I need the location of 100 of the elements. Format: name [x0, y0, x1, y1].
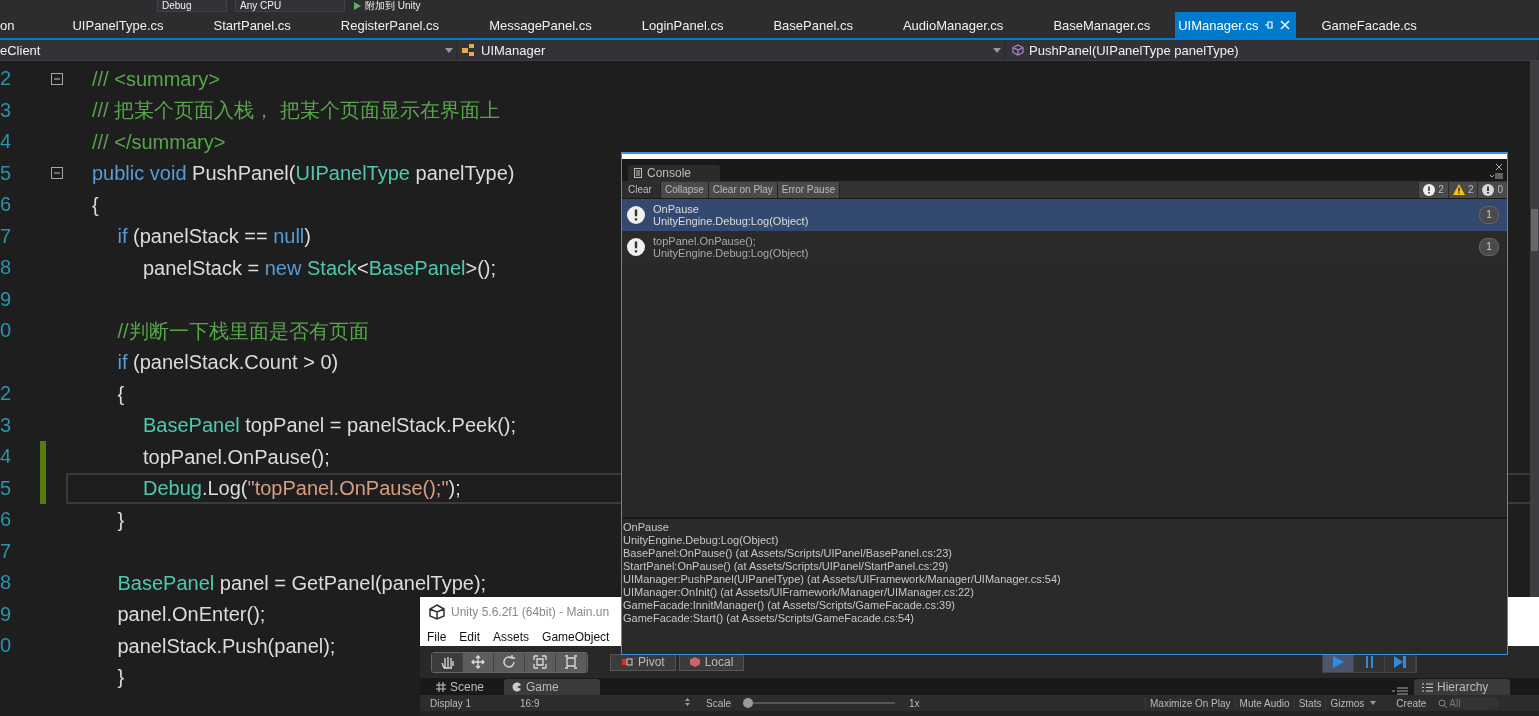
- line-number: 0: [0, 319, 12, 341]
- collapse-icon[interactable]: [51, 72, 63, 85]
- move-arrows-icon: [471, 655, 485, 669]
- stack-trace-line: GameFacade:Start() (at Assets/Scripts/GameFacade.cs:54): [623, 612, 915, 625]
- file-tab[interactable]: LoginPanel.cs: [616, 12, 749, 38]
- platform-dropdown[interactable]: Any CPU: [235, 0, 345, 12]
- line-number: 5: [0, 476, 12, 499]
- toolbar-toggle[interactable]: Error Pause: [777, 181, 841, 198]
- code-line: BasePanel topPanel = panelStack.Peek();: [142, 413, 517, 439]
- search-field[interactable]: All: [1449, 697, 1500, 709]
- stack-trace-line: UIManager:PushPanel(UIPanelType) (at Assets/UIFramework/Manager/UIManager.cs:54): [623, 573, 1062, 586]
- grid-icon: [436, 682, 446, 692]
- view-tab[interactable]: Scene: [428, 679, 493, 695]
- exclamation-icon: [627, 238, 645, 256]
- file-tab[interactable]: RegisterPanel.cs: [315, 12, 465, 38]
- scale-label: Scale: [706, 697, 731, 709]
- toolbar-toggle[interactable]: Gizmos: [1325, 697, 1369, 709]
- code-line: /// <summary>: [92, 66, 220, 92]
- caret-icon: [1370, 701, 1377, 705]
- class-dropdown[interactable]: UIManager: [458, 40, 1006, 60]
- cube-icon: [1012, 44, 1024, 56]
- toolbar-toggle[interactable]: Clear on Play: [708, 181, 778, 198]
- hand-tool-button[interactable]: [432, 652, 463, 672]
- file-tab[interactable]: GameFacade.cs: [1296, 12, 1442, 38]
- warning-count-toggle[interactable]: 2: [1447, 181, 1478, 198]
- line-number: 2: [0, 382, 12, 404]
- stack-trace-line: GameFacade:InnitManager() (at Assets/Scripts/GameFacade.cs:39): [623, 599, 956, 612]
- updown-icon: [685, 697, 690, 706]
- line-number: 0: [0, 634, 12, 656]
- line-number: 8: [0, 571, 12, 593]
- log-entry[interactable]: OnPause UnityEngine.Debug:Log(Object) 1: [622, 199, 1507, 231]
- line-number: 9: [0, 287, 12, 310]
- scrollbar-thumb[interactable]: [1531, 209, 1538, 251]
- line-number: 5: [0, 161, 12, 184]
- aspect-dropdown[interactable]: 16:9: [510, 697, 700, 709]
- menu-item[interactable]: GameObject: [542, 629, 610, 644]
- console-tab[interactable]: Console: [628, 165, 720, 181]
- line-number: 2: [0, 67, 12, 89]
- pin-icon: [1264, 20, 1275, 30]
- line-number: 7: [0, 539, 12, 562]
- toolbar-toggle[interactable]: Mute Audio: [1234, 697, 1294, 709]
- file-tab[interactable]: UIPanelType.cs: [47, 12, 189, 38]
- search-icon: [1438, 698, 1448, 708]
- pivot-button[interactable]: Pivot: [610, 653, 676, 671]
- list-icon: [1422, 682, 1433, 692]
- file-tab[interactable]: on: [0, 12, 48, 38]
- rect-tool-button[interactable]: [556, 652, 587, 672]
- menu-item[interactable]: File: [427, 629, 447, 644]
- info-count-toggle[interactable]: 2: [1418, 181, 1448, 198]
- scrollbar[interactable]: [1530, 61, 1539, 597]
- toolbar-toggle[interactable]: Maximize On Play: [1145, 697, 1235, 709]
- stack-trace-line: StartPanel:OnPause() (at Assets/Scripts/UIPanel/StartPanel.cs:29): [623, 560, 950, 573]
- window-title: Unity 5.6.2f1 (64bit) - Main.un: [451, 605, 610, 619]
- file-tab[interactable]: MessagePanel.cs: [464, 12, 617, 38]
- slider-thumb[interactable]: [743, 698, 753, 708]
- scale-slider[interactable]: [745, 698, 895, 708]
- code-line: public void PushPanel(UIPanelType panelType): [92, 161, 515, 187]
- code-line: if (panelStack == null): [116, 224, 311, 250]
- toolbar-toggle[interactable]: Clear: [622, 181, 661, 198]
- display-dropdown[interactable]: Display 1: [420, 697, 510, 709]
- configuration-dropdown[interactable]: Debug: [157, 0, 227, 12]
- line-number: 3: [0, 413, 12, 436]
- file-tab[interactable]: BasePanel.cs: [748, 12, 878, 38]
- attach-button[interactable]: 附加到 Unity: [353, 0, 421, 12]
- file-tab[interactable]: BaseManager.cs: [1028, 12, 1176, 38]
- view-tab[interactable]: Game: [504, 679, 601, 695]
- exclamation-icon: [627, 206, 645, 224]
- rotate-tool-button[interactable]: [494, 652, 525, 672]
- toolbar-toggle[interactable]: Collapse: [660, 181, 709, 198]
- hand-icon: [440, 655, 454, 669]
- menu-item[interactable]: Assets: [493, 629, 530, 644]
- hierarchy-tab[interactable]: Hierarchy: [1414, 679, 1510, 695]
- unity-logo-icon: [429, 604, 445, 620]
- move-tool-button[interactable]: [463, 652, 494, 672]
- code-line: /// 把某个页面入栈， 把某个页面显示在界面上: [92, 98, 500, 124]
- stack-trace-line: BasePanel:OnPause() (at Assets/Scripts/UIPanel/BasePanel.cs:23): [623, 547, 953, 560]
- error-icon: [1482, 183, 1495, 196]
- log-message: topPanel.OnPause();: [653, 235, 757, 247]
- file-tab[interactable]: AudioManager.cs: [877, 12, 1029, 38]
- console-icon: [634, 168, 642, 178]
- error-count-toggle[interactable]: 0: [1477, 181, 1507, 198]
- scale-tool-button[interactable]: [525, 652, 556, 672]
- code-line: {: [116, 381, 125, 407]
- file-tab[interactable]: StartPanel.cs: [188, 12, 316, 38]
- code-line: //判断一下栈里面是否有页面: [116, 318, 369, 344]
- warning-icon: [1452, 184, 1465, 195]
- rect-tool-icon: [564, 655, 578, 669]
- scale-icon: [533, 655, 547, 669]
- toolbar-toggle[interactable]: Stats: [1293, 697, 1326, 709]
- file-tab[interactable]: UIManager.cs: [1175, 12, 1297, 38]
- code-line: if (panelStack.Count > 0): [116, 350, 339, 376]
- menu-item[interactable]: Edit: [459, 629, 481, 644]
- create-button[interactable]: Create: [1390, 697, 1433, 709]
- menu-icon: [1392, 687, 1408, 695]
- project-dropdown[interactable]: eClient: [0, 40, 458, 60]
- pacman-icon: [512, 682, 523, 692]
- collapse-icon[interactable]: [51, 167, 63, 180]
- member-dropdown[interactable]: PushPanel(UIPanelType panelType): [1006, 40, 1539, 60]
- log-source: UnityEngine.Debug:Log(Object): [653, 247, 810, 259]
- scale-value: 1x: [909, 697, 920, 709]
